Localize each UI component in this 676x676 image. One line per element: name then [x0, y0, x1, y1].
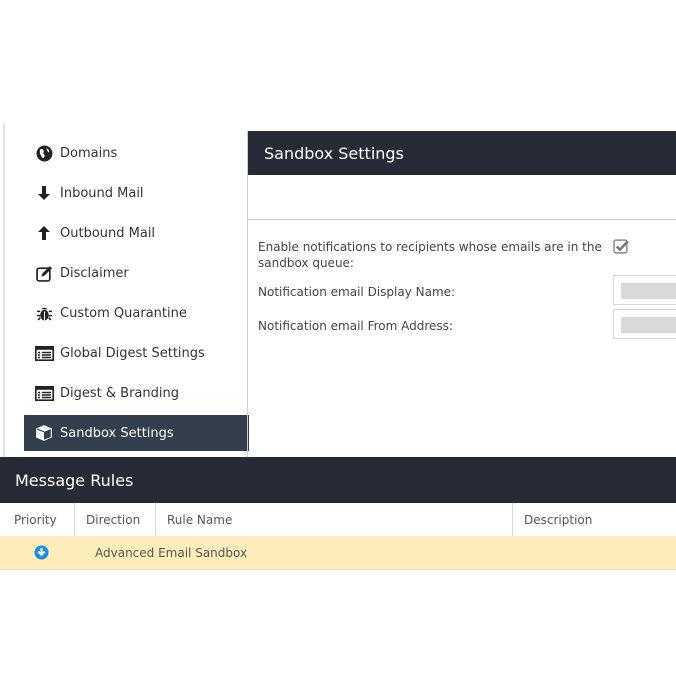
from-address-field[interactable]	[613, 309, 676, 339]
sidebar-item-outbound-mail[interactable]: Outbound Mail	[24, 215, 249, 251]
checkmark-icon	[613, 239, 629, 254]
edit-icon	[34, 263, 54, 283]
sidebar-item-sandbox-settings[interactable]: Sandbox Settings	[24, 415, 249, 451]
globe-icon	[34, 143, 54, 163]
sidebar-item-label: Inbound Mail	[60, 185, 144, 201]
sidebar-item-custom-quarantine[interactable]: Custom Quarantine	[24, 295, 249, 331]
sidebar-item-label: Disclaimer	[60, 265, 129, 281]
settings-sidebar: Domains Inbound Mail Outbound Mail Discl…	[3, 123, 249, 457]
sidebar-item-label: Outbound Mail	[60, 225, 156, 241]
message-rules-title: Message Rules	[0, 457, 676, 503]
bug-icon	[34, 303, 54, 323]
table-row[interactable]: Advanced Email Sandbox	[0, 536, 676, 570]
sidebar-item-label: Sandbox Settings	[60, 425, 174, 441]
panel-divider	[247, 131, 248, 457]
display-name-field[interactable]	[613, 275, 676, 305]
sidebar-item-domains[interactable]: Domains	[24, 135, 249, 171]
enable-notifications-checkbox[interactable]	[613, 238, 629, 254]
sidebar-item-disclaimer[interactable]: Disclaimer	[24, 255, 249, 291]
column-header-description[interactable]: Description	[512, 503, 676, 536]
sidebar-item-global-digest-settings[interactable]: Global Digest Settings	[24, 335, 249, 371]
display-name-input[interactable]	[621, 283, 676, 299]
arrow-circle-down-icon[interactable]	[34, 545, 49, 560]
list-icon	[34, 343, 54, 363]
from-address-label: Notification email From Address:	[258, 319, 453, 333]
sidebar-item-label: Domains	[60, 145, 118, 161]
from-address-input[interactable]	[621, 317, 676, 333]
rule-name-cell: Advanced Email Sandbox	[95, 545, 248, 560]
column-header-rule-name[interactable]: Rule Name	[155, 503, 513, 536]
arrow-up-icon	[34, 223, 54, 243]
sidebar-item-inbound-mail[interactable]: Inbound Mail	[24, 175, 249, 211]
section-divider	[248, 219, 676, 220]
rules-table-header: Priority Direction Rule Name Description	[0, 503, 676, 536]
column-header-direction[interactable]: Direction	[74, 503, 156, 536]
page-title: Sandbox Settings	[248, 131, 676, 175]
cube-icon	[34, 423, 54, 443]
enable-notifications-label: Enable notifications to recipients whose…	[258, 239, 602, 271]
arrow-down-icon	[34, 183, 54, 203]
column-header-priority[interactable]: Priority	[3, 503, 75, 536]
sidebar-item-label: Digest & Branding	[60, 385, 179, 401]
sidebar-item-label: Custom Quarantine	[60, 305, 187, 321]
label-line: Enable notifications to recipients whose…	[258, 240, 602, 254]
list-icon	[34, 383, 54, 403]
sidebar-item-digest-branding[interactable]: Digest & Branding	[24, 375, 249, 411]
label-line: sandbox queue:	[258, 256, 354, 270]
display-name-label: Notification email Display Name:	[258, 285, 456, 299]
sidebar-item-label: Global Digest Settings	[60, 345, 205, 361]
